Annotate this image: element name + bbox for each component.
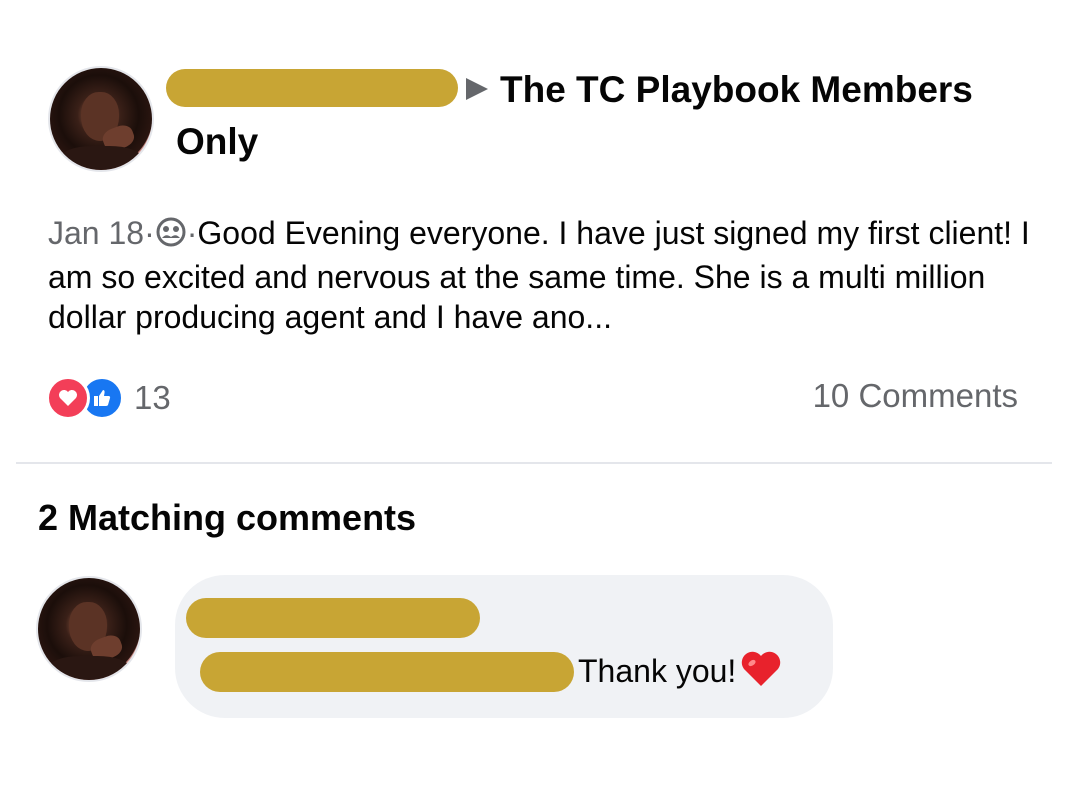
arrow-right-icon bbox=[466, 78, 488, 100]
reaction-summary[interactable]: 13 bbox=[46, 376, 171, 420]
matching-comments-heading: 2 Matching comments bbox=[38, 497, 417, 538]
red-heart-icon bbox=[740, 650, 782, 697]
avatar-shirt bbox=[48, 655, 130, 680]
divider bbox=[16, 462, 1052, 464]
meta-separator-2: · bbox=[186, 215, 198, 251]
comments-count-link[interactable]: 10 Comments bbox=[813, 377, 1018, 415]
group-name-link[interactable]: The TC Playbook Members Only bbox=[176, 69, 973, 162]
comment-text: Thank you! bbox=[578, 650, 782, 697]
meta-separator: · bbox=[144, 215, 155, 251]
post-body[interactable]: Jan 18· ·Good Evening everyone. I have ju… bbox=[48, 213, 1038, 337]
post-date[interactable]: Jan 18 bbox=[48, 215, 144, 251]
reaction-count: 13 bbox=[134, 379, 171, 416]
post-author-avatar[interactable] bbox=[50, 68, 152, 170]
post-header: The TC Playbook Members Only bbox=[176, 64, 1036, 168]
redacted-commenter-name[interactable] bbox=[186, 598, 480, 638]
comment-message: Thank you! bbox=[578, 653, 737, 689]
avatar-shirt bbox=[60, 145, 142, 170]
love-reaction-icon bbox=[46, 376, 90, 420]
commenter-avatar[interactable] bbox=[38, 578, 140, 680]
group-members-icon bbox=[155, 216, 187, 257]
redacted-comment-text bbox=[200, 652, 574, 692]
